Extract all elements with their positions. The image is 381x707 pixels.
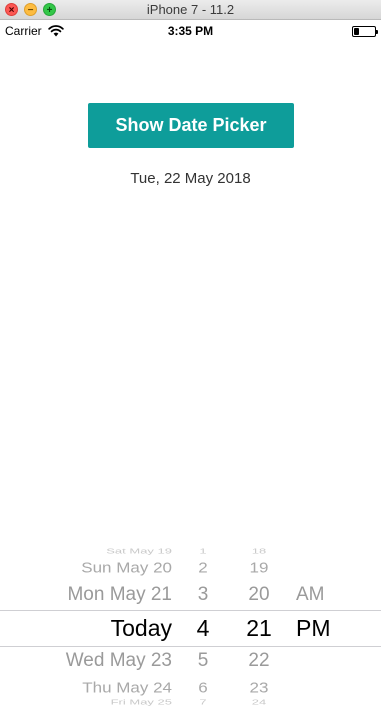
picker-date-item[interactable]: Sat May 19 [10, 547, 172, 555]
date-picker[interactable]: Sat May 19 Sun May 20 Mon May 21 Today W… [0, 538, 381, 707]
status-bar: Carrier 3:35 PM [0, 20, 381, 42]
picker-date-item[interactable]: Sun May 20 [10, 560, 172, 577]
picker-hour-item[interactable]: 1 [183, 547, 223, 555]
picker-column-ampm[interactable]: AM PM [296, 538, 340, 707]
picker-minute-item[interactable]: 22 [237, 650, 281, 672]
picker-minute-selected[interactable]: 21 [237, 615, 281, 642]
picker-date-selected[interactable]: Today [10, 615, 172, 642]
picker-column-hour[interactable]: 1 2 3 4 5 6 7 [183, 538, 223, 707]
selected-date-label: Tue, 22 May 2018 [130, 170, 251, 187]
picker-hour-item[interactable]: 2 [183, 560, 223, 577]
picker-column-minute[interactable]: 18 19 20 21 22 23 24 [237, 538, 281, 707]
picker-minute-item[interactable]: 24 [237, 698, 281, 706]
picker-date-item[interactable]: Wed May 23 [10, 650, 172, 672]
status-time: 3:35 PM [167, 24, 214, 38]
picker-hour-item[interactable]: 7 [183, 698, 223, 706]
picker-minute-item[interactable]: 19 [237, 560, 281, 577]
battery-tip [376, 30, 378, 34]
picker-hour-item[interactable]: 3 [183, 584, 223, 606]
picker-date-item[interactable]: Fri May 25 [10, 698, 172, 706]
picker-column-date[interactable]: Sat May 19 Sun May 20 Mon May 21 Today W… [10, 538, 172, 707]
picker-pm-selected[interactable]: PM [296, 615, 340, 642]
picker-am-item[interactable]: AM [296, 584, 340, 606]
picker-minute-item[interactable]: 18 [237, 547, 281, 555]
window-title: iPhone 7 - 11.2 [146, 2, 235, 17]
picker-hour-item[interactable]: 6 [183, 680, 223, 697]
battery-level-fill [354, 28, 359, 35]
picker-date-item[interactable]: Mon May 21 [10, 584, 172, 606]
picker-minute-item[interactable]: 20 [237, 584, 281, 606]
picker-hour-item[interactable]: 5 [183, 650, 223, 672]
picker-minute-item[interactable]: 23 [237, 680, 281, 697]
picker-date-item[interactable]: Thu May 24 [10, 680, 172, 697]
picker-hour-selected[interactable]: 4 [183, 615, 223, 642]
simulator-title-bar: × − + iPhone 7 - 11.2 [0, 0, 381, 20]
show-date-picker-button[interactable]: Show Date Picker [88, 103, 294, 148]
battery-icon [352, 26, 378, 37]
